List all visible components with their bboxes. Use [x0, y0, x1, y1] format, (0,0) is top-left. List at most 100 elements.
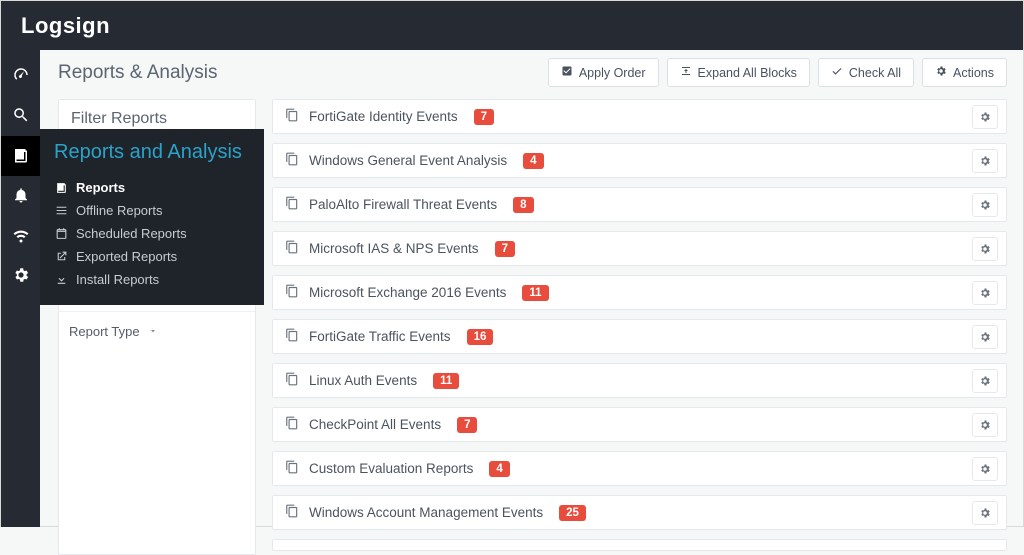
submenu-item-label: Offline Reports: [76, 203, 162, 218]
rail-settings[interactable]: [1, 256, 41, 296]
calendar-icon: [54, 227, 68, 240]
expand-arrows-icon: [680, 65, 692, 80]
header-action-bar: Apply Order Expand All Blocks Check All …: [548, 58, 1007, 87]
report-row-label: PaloAlto Firewall Threat Events: [309, 197, 497, 212]
report-row-partial: [272, 539, 1007, 551]
row-settings-button[interactable]: [972, 105, 998, 129]
row-settings-button[interactable]: [972, 281, 998, 305]
gauge-icon: [12, 66, 30, 87]
report-row[interactable]: Microsoft Exchange 2016 Events 11: [272, 275, 1007, 310]
row-settings-button[interactable]: [972, 325, 998, 349]
report-row[interactable]: FortiGate Traffic Events 16: [272, 319, 1007, 354]
expand-all-label: Expand All Blocks: [698, 66, 797, 80]
report-row-label: Windows General Event Analysis: [309, 153, 507, 168]
copy-icon: [285, 196, 299, 213]
submenu-item-offline-reports[interactable]: Offline Reports: [54, 199, 250, 222]
apply-order-label: Apply Order: [579, 66, 646, 80]
report-count-badge: 8: [513, 197, 533, 213]
copy-icon: [285, 416, 299, 433]
wifi-icon: [12, 226, 30, 247]
copy-icon: [285, 504, 299, 521]
search-icon: [12, 106, 30, 127]
newspaper-icon: [54, 181, 68, 194]
bell-icon: [12, 186, 30, 207]
report-row[interactable]: Custom Evaluation Reports 4: [272, 451, 1007, 486]
reports-submenu: Reports and Analysis Reports Offline Rep…: [40, 129, 264, 305]
submenu-item-label: Install Reports: [76, 272, 159, 287]
report-row-label: CheckPoint All Events: [309, 417, 441, 432]
actions-label: Actions: [953, 66, 994, 80]
rail-reports[interactable]: [1, 136, 41, 176]
brand-logo: Logsign: [21, 13, 110, 39]
report-count-badge: 25: [559, 505, 586, 521]
check-icon: [831, 65, 843, 80]
submenu-item-label: Scheduled Reports: [76, 226, 187, 241]
newspaper-icon: [12, 146, 30, 167]
page-title: Reports & Analysis: [58, 62, 217, 84]
report-row-label: FortiGate Identity Events: [309, 109, 458, 124]
apply-order-button[interactable]: Apply Order: [548, 58, 659, 87]
report-row[interactable]: Microsoft IAS & NPS Events 7: [272, 231, 1007, 266]
report-row-label: FortiGate Traffic Events: [309, 329, 451, 344]
copy-icon: [285, 152, 299, 169]
actions-button[interactable]: Actions: [922, 58, 1007, 87]
row-settings-button[interactable]: [972, 237, 998, 261]
report-count-badge: 11: [433, 373, 459, 389]
submenu-title: Reports and Analysis: [54, 141, 250, 164]
submenu-item-scheduled-reports[interactable]: Scheduled Reports: [54, 222, 250, 245]
rail-alerts[interactable]: [1, 176, 41, 216]
copy-icon: [285, 108, 299, 125]
report-count-badge: 11: [522, 285, 548, 301]
report-row[interactable]: FortiGate Identity Events 7: [272, 99, 1007, 134]
report-row[interactable]: Windows General Event Analysis 4: [272, 143, 1007, 178]
report-row[interactable]: PaloAlto Firewall Threat Events 8: [272, 187, 1007, 222]
submenu-item-reports[interactable]: Reports: [54, 176, 250, 199]
row-settings-button[interactable]: [972, 413, 998, 437]
share-icon: [54, 250, 68, 263]
report-row[interactable]: CheckPoint All Events 7: [272, 407, 1007, 442]
copy-icon: [285, 328, 299, 345]
expand-all-button[interactable]: Expand All Blocks: [667, 58, 810, 87]
row-settings-button[interactable]: [972, 369, 998, 393]
row-settings-button[interactable]: [972, 501, 998, 525]
nav-rail: [0, 50, 40, 527]
download-icon: [54, 273, 68, 286]
report-count-badge: 7: [457, 417, 477, 433]
rail-dashboard[interactable]: [1, 56, 41, 96]
report-row-label: Microsoft Exchange 2016 Events: [309, 285, 506, 300]
check-all-label: Check All: [849, 66, 901, 80]
filter-report-type-label: Report Type: [69, 324, 140, 339]
report-row[interactable]: Windows Account Management Events 25: [272, 495, 1007, 530]
copy-icon: [285, 372, 299, 389]
report-count-badge: 7: [474, 109, 494, 125]
top-bar: Logsign: [0, 0, 1024, 50]
report-row[interactable]: Linux Auth Events 11: [272, 363, 1007, 398]
page-header: Reports & Analysis Apply Order Expand Al…: [40, 50, 1023, 99]
list-icon: [54, 204, 68, 217]
row-settings-button[interactable]: [972, 149, 998, 173]
submenu-item-install-reports[interactable]: Install Reports: [54, 268, 250, 291]
report-count-badge: 16: [467, 329, 494, 345]
check-square-icon: [561, 65, 573, 80]
report-row-label: Windows Account Management Events: [309, 505, 543, 520]
submenu-item-label: Reports: [76, 180, 125, 195]
chevron-down-icon: [148, 324, 158, 339]
submenu-item-label: Exported Reports: [76, 249, 177, 264]
report-count-badge: 4: [523, 153, 543, 169]
row-settings-button[interactable]: [972, 193, 998, 217]
report-count-badge: 7: [495, 241, 515, 257]
copy-icon: [285, 284, 299, 301]
report-list: FortiGate Identity Events 7 Windows Gene…: [272, 99, 1007, 555]
report-row-label: Custom Evaluation Reports: [309, 461, 473, 476]
report-row-label: Linux Auth Events: [309, 373, 417, 388]
submenu-item-exported-reports[interactable]: Exported Reports: [54, 245, 250, 268]
copy-icon: [285, 240, 299, 257]
filter-report-type[interactable]: Report Type: [59, 311, 255, 351]
rail-search[interactable]: [1, 96, 41, 136]
gear-icon: [935, 65, 947, 80]
report-row-label: Microsoft IAS & NPS Events: [309, 241, 479, 256]
copy-icon: [285, 460, 299, 477]
row-settings-button[interactable]: [972, 457, 998, 481]
rail-network[interactable]: [1, 216, 41, 256]
check-all-button[interactable]: Check All: [818, 58, 914, 87]
